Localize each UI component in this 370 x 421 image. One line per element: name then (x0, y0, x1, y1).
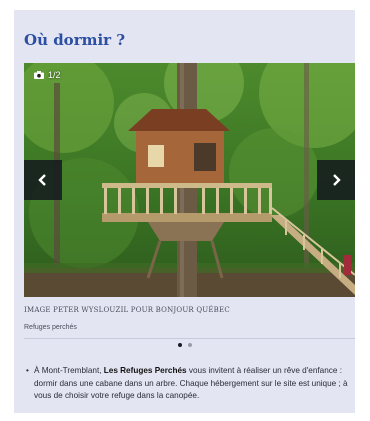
treehouse-photo (24, 63, 355, 297)
caption-divider (24, 338, 355, 339)
camera-icon (34, 71, 44, 79)
description-paragraph: • À Mont-Tremblant, Les Refuges Perchés … (26, 365, 349, 403)
pagination-dot-2[interactable] (187, 343, 192, 347)
previous-slide-button[interactable] (24, 160, 62, 200)
photo-caption: Refuges perchés (24, 324, 77, 331)
chevron-right-icon (333, 174, 341, 186)
pagination-dot-1[interactable] (177, 343, 182, 347)
slide-counter: 1/2 (34, 70, 61, 80)
accommodation-card: Où dormir ? 1/2 IMAGE PETER WYSLOUZIL PO… (14, 10, 355, 413)
photo-credit: IMAGE PETER WYSLOUZIL POUR BONJOUR QUÉBE… (24, 306, 230, 314)
slide-counter-text: 1/2 (48, 70, 61, 80)
description-intro: À Mont-Tremblant, (34, 366, 104, 375)
image-carousel[interactable]: 1/2 (24, 63, 355, 297)
next-slide-button[interactable] (317, 160, 355, 200)
carousel-pagination (14, 343, 355, 347)
bullet-marker: • (26, 366, 29, 375)
section-title: Où dormir ? (24, 31, 126, 49)
chevron-left-icon (38, 174, 46, 186)
business-name: Les Refuges Perchés (103, 366, 187, 375)
